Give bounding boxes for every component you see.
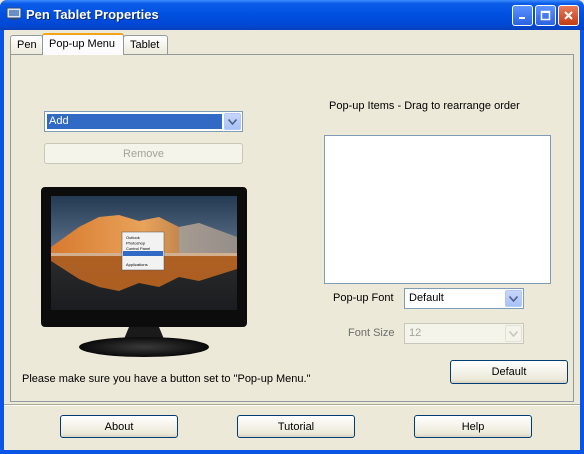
about-button[interactable]: About xyxy=(60,415,178,438)
minimize-button[interactable] xyxy=(512,5,533,26)
tutorial-button[interactable]: Tutorial xyxy=(237,415,355,438)
tablet-app-icon xyxy=(6,7,22,20)
tab-tablet[interactable]: Tablet xyxy=(123,35,168,55)
minimize-icon xyxy=(519,17,525,19)
dialog-body: Pen Pop-up Menu Tablet Add Remove Outloo… xyxy=(4,30,580,450)
title-bar[interactable]: Pen Tablet Properties xyxy=(0,0,584,30)
preview-menu-item: Outlook xyxy=(126,235,140,240)
help-button[interactable]: Help xyxy=(414,415,532,438)
hint-text: Please make sure you have a button set t… xyxy=(22,373,311,385)
chevron-down-icon[interactable] xyxy=(224,113,241,130)
default-button[interactable]: Default xyxy=(450,360,568,384)
footer-divider xyxy=(4,404,580,406)
tab-pen[interactable]: Pen xyxy=(10,35,43,55)
remove-button[interactable]: Remove xyxy=(44,143,243,164)
popup-font-select[interactable]: Default xyxy=(404,288,524,309)
maximize-icon xyxy=(540,10,551,21)
action-select[interactable]: Add xyxy=(44,111,243,132)
popup-menu-panel: Add Remove Outlook Photoshop Control Pan… xyxy=(10,54,574,402)
font-size-value: 12 xyxy=(409,327,422,339)
close-button[interactable] xyxy=(558,5,579,26)
window: Pen Tablet Properties Pen Pop-up Menu Ta… xyxy=(0,0,584,454)
preview-menu-item: Control Panel xyxy=(126,246,150,251)
tab-popup-menu[interactable]: Pop-up Menu xyxy=(42,33,124,55)
close-icon xyxy=(564,11,573,20)
chevron-down-icon[interactable] xyxy=(505,290,522,307)
window-title: Pen Tablet Properties xyxy=(26,7,159,22)
preview-menu-item: Photoshop xyxy=(126,241,146,246)
popup-font-label: Pop-up Font xyxy=(333,292,394,304)
chevron-down-icon xyxy=(505,325,522,342)
popup-items-list[interactable] xyxy=(324,135,551,284)
action-select-value: Add xyxy=(47,114,222,129)
monitor-preview: Outlook Photoshop Control Panel Applicat… xyxy=(41,187,247,357)
font-size-label: Font Size xyxy=(348,327,395,339)
preview-menu-item: Applications xyxy=(126,262,148,267)
maximize-button[interactable] xyxy=(535,5,556,26)
popup-font-value: Default xyxy=(409,292,444,304)
font-size-select[interactable]: 12 xyxy=(404,323,524,344)
popup-items-label: Pop-up Items - Drag to rearrange order xyxy=(329,100,520,112)
